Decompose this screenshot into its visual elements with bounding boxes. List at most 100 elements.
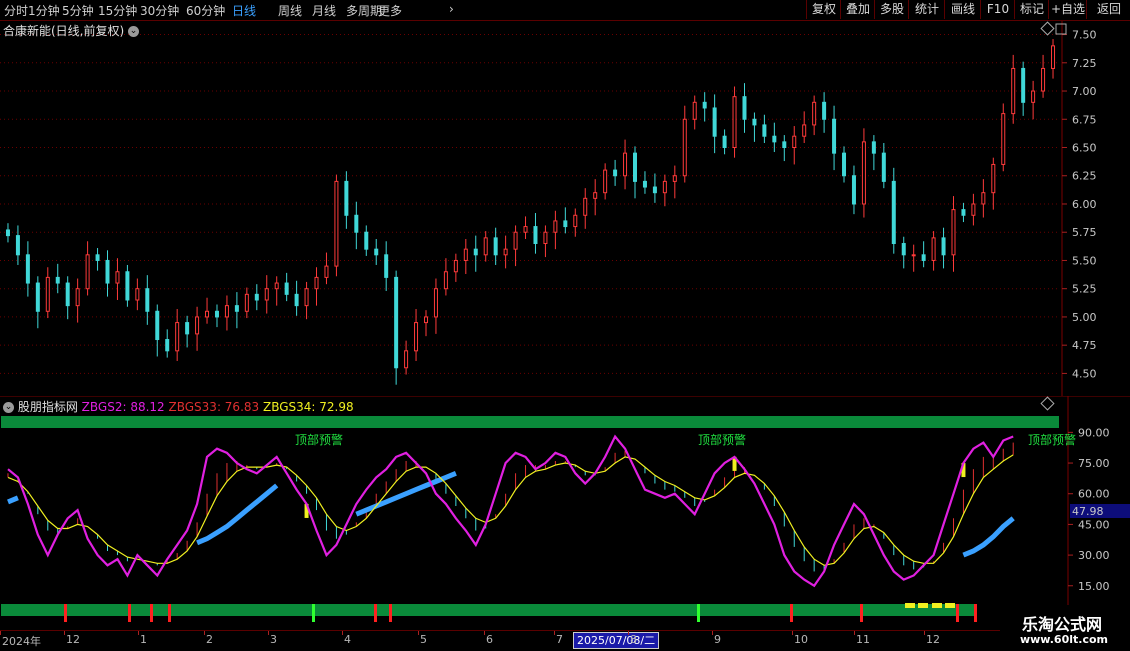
candle-body <box>762 124 767 137</box>
candle-body <box>155 310 160 341</box>
period-tab-3[interactable]: 15分钟 <box>98 2 137 19</box>
candle-body <box>404 350 409 369</box>
green-marker <box>312 604 315 622</box>
chevron-right-icon[interactable]: › <box>449 2 454 16</box>
chevron-down-icon[interactable]: ⌄ <box>3 402 14 413</box>
candle-body <box>75 288 80 307</box>
candle-body <box>513 231 518 250</box>
toolbar-button-2[interactable]: 多股 <box>874 0 909 19</box>
candle-body <box>851 175 856 205</box>
watermark-url: www.60lt.com <box>1019 633 1108 646</box>
candle-body <box>752 118 757 126</box>
candle-body <box>911 254 916 257</box>
candle-body <box>533 226 538 245</box>
period-toolbar: 分时 1分钟 5分钟 15分钟 30分钟 60分钟 日线 周线 月线 多周期 更多 › 复权 叠加 多股 统计… <box>0 0 1130 21</box>
price-tick-label: 5.75 <box>1072 226 1097 239</box>
candle-body <box>662 180 667 194</box>
toolbar-button-8[interactable]: 返回 <box>1086 0 1130 19</box>
indicator-chart[interactable]: 90.00 75.00 60.00 45.00 30.00 15.00 47.98 顶部预警 顶… <box>0 396 1130 630</box>
candle-body <box>314 276 319 290</box>
candle-body <box>742 96 747 120</box>
date-label: 6 <box>486 633 493 646</box>
diamond-icon <box>1040 396 1055 411</box>
price-tick-label: 4.50 <box>1072 367 1097 380</box>
date-tick <box>268 631 269 635</box>
bottom-green-band <box>1 604 977 616</box>
zbgs2-label: ZBGS2: 88.12 <box>81 400 165 414</box>
price-tick-label: 7.25 <box>1072 57 1097 70</box>
date-label: 4 <box>344 633 351 646</box>
candle-body <box>264 288 269 301</box>
price-tick-label: 7.50 <box>1072 29 1097 42</box>
price-tick-label: 6.25 <box>1072 170 1097 183</box>
candle-body <box>115 271 120 284</box>
date-tick <box>712 631 713 635</box>
period-tab-6[interactable]: 日线 <box>232 2 256 19</box>
candle-body <box>881 152 886 182</box>
price-tick-label: 5.50 <box>1072 254 1097 267</box>
current-value-label: 47.98 <box>1072 505 1104 518</box>
date-label: 7 <box>556 633 563 646</box>
toolbar-button-6[interactable]: 标记 <box>1014 0 1049 19</box>
watermark: 乐淘公式网 www.60lt.com <box>1000 605 1130 647</box>
toolbar-button-4[interactable]: 画线 <box>944 0 981 19</box>
date-tick <box>554 631 555 635</box>
candle-body <box>573 214 578 228</box>
period-tab-4[interactable]: 30分钟 <box>140 2 179 19</box>
date-label: 8 <box>630 633 637 646</box>
candle-body <box>65 282 70 307</box>
candle-body <box>652 186 657 194</box>
diamond-icon <box>1040 21 1055 36</box>
period-tab-1[interactable]: 1分钟 <box>28 2 60 19</box>
candle-body <box>304 288 309 307</box>
candle-body <box>891 180 896 245</box>
candle-body <box>682 118 687 177</box>
candle-body <box>871 141 876 154</box>
zbgs34-label: ZBGS34: 72.98 <box>262 400 354 414</box>
candle-body <box>1011 67 1016 115</box>
candle-body <box>354 214 359 233</box>
toolbar-button-7[interactable]: +自选 <box>1048 0 1087 19</box>
period-tab-9[interactable]: 多周期 <box>346 2 382 19</box>
chevron-down-icon[interactable]: ⌄ <box>128 26 140 37</box>
date-tick <box>484 631 485 635</box>
period-tab-8[interactable]: 月线 <box>312 2 336 19</box>
candle-body <box>135 288 140 301</box>
candle-body <box>85 254 90 290</box>
candle-body <box>45 276 50 312</box>
toolbar-button-1[interactable]: 叠加 <box>840 0 875 19</box>
period-tab-2[interactable]: 5分钟 <box>62 2 94 19</box>
candle-body <box>583 197 588 216</box>
period-tab-7[interactable]: 周线 <box>278 2 302 19</box>
cursor-date-tag: 2025/07/08/二 <box>573 632 660 649</box>
candle-body <box>175 322 180 352</box>
price-tick-label: 7.00 <box>1072 85 1097 98</box>
date-tick <box>418 631 419 635</box>
period-tab-0[interactable]: 分时 <box>4 2 28 19</box>
candle-body <box>214 310 219 318</box>
candle-body <box>55 276 60 284</box>
toolbar-button-3[interactable]: 统计 <box>908 0 945 19</box>
candle-body <box>274 282 279 290</box>
candle-body <box>971 203 976 216</box>
candle-body <box>722 135 727 149</box>
date-label: 12 <box>926 633 940 646</box>
period-tab-5[interactable]: 60分钟 <box>186 2 225 19</box>
candle-body <box>334 180 339 267</box>
date-tick <box>792 631 793 635</box>
candle-body <box>473 248 478 256</box>
ind-tick-label: 90.00 <box>1078 426 1110 439</box>
toolbar-button-5[interactable]: F10 <box>980 0 1015 19</box>
date-tick <box>628 631 629 635</box>
candle-body <box>414 322 419 352</box>
ind-tick-label: 45.00 <box>1078 518 1110 531</box>
price-chart[interactable]: 7.50 7.25 7.00 6.75 6.50 6.25 6.00 5.75 5.50 5.25… <box>0 21 1130 396</box>
period-tab-10[interactable]: 更多 <box>378 2 402 19</box>
red-marker <box>374 604 377 622</box>
candle-body <box>25 254 30 284</box>
candle-body <box>1021 67 1026 103</box>
toolbar-button-0[interactable]: 复权 <box>806 0 841 19</box>
candle-body <box>364 231 369 250</box>
red-marker <box>64 604 67 622</box>
date-label: 9 <box>714 633 721 646</box>
